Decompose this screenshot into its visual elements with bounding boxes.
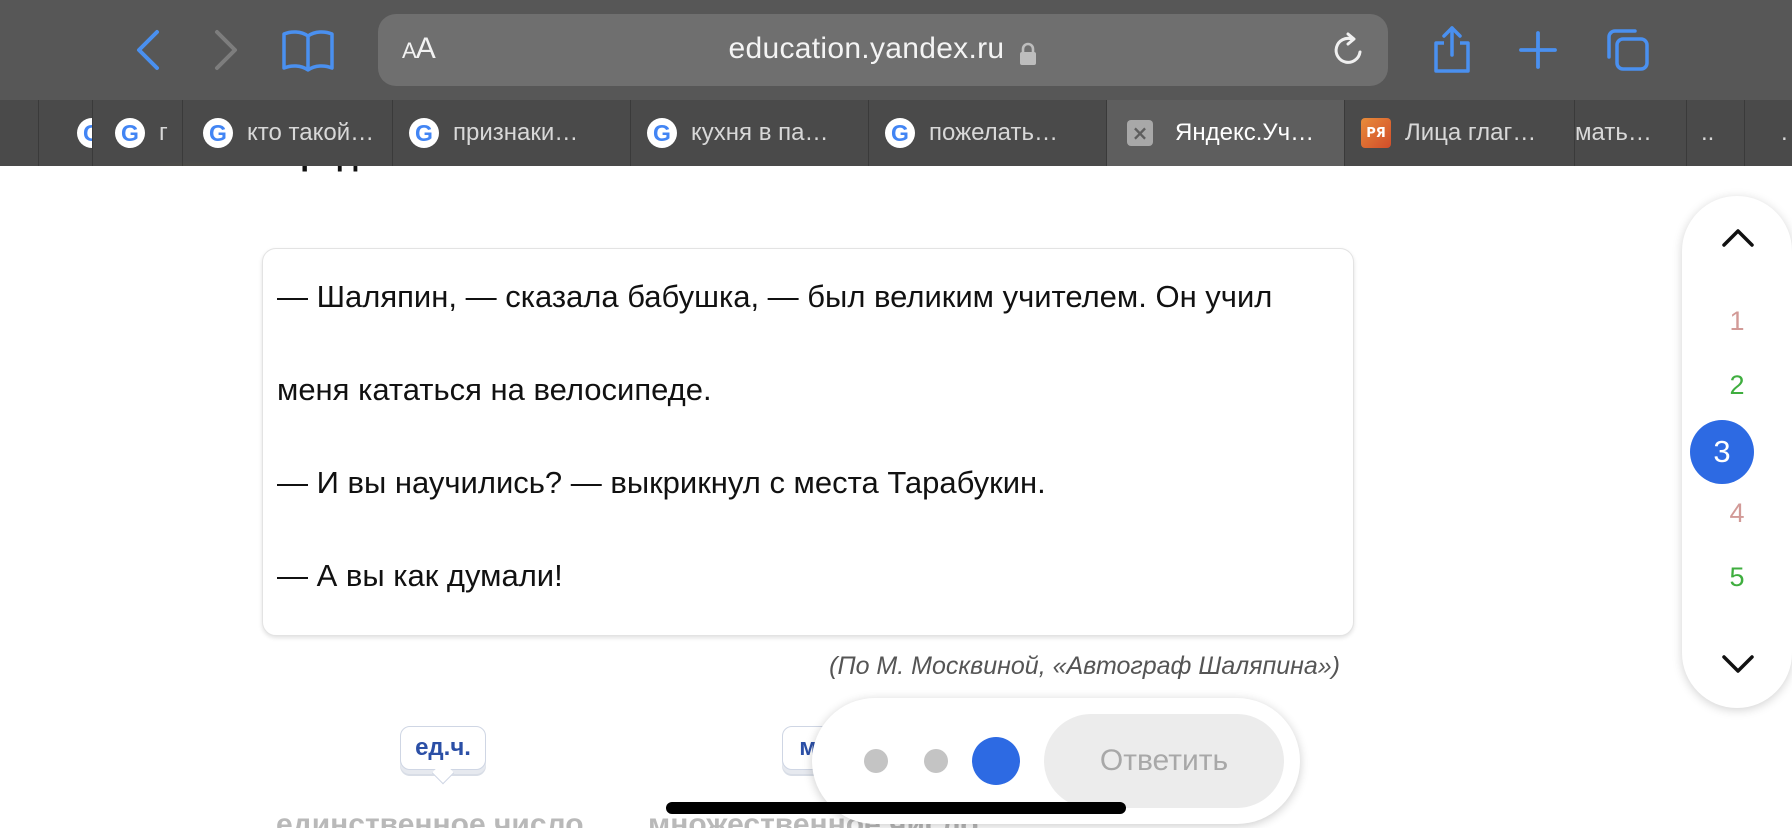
chevron-up-icon[interactable] — [1721, 226, 1755, 248]
google-icon: G — [115, 118, 145, 148]
tab-item[interactable]: G кто такой… — [182, 100, 392, 166]
new-tab-button[interactable] — [1510, 22, 1566, 78]
bookmarks-button[interactable] — [280, 22, 336, 78]
plus-icon — [1519, 31, 1557, 69]
tab-item[interactable]: G г — [92, 100, 182, 166]
tab-title: . — [1781, 119, 1788, 146]
passage-card: — Шаляпин, — сказала бабушка, — был вели… — [262, 248, 1354, 636]
share-icon — [1434, 26, 1470, 73]
chevron-right-icon — [215, 30, 237, 70]
tab-item[interactable]: РЯ Лица глаг… — [1344, 100, 1574, 166]
passage-line: — А вы как думали! — [277, 558, 563, 593]
tab-title: пожелать… — [929, 119, 1058, 146]
tab-item[interactable]: G кухня в па… — [630, 100, 868, 166]
tab-title: кухня в па… — [691, 119, 829, 146]
question-3-current[interactable]: 3 — [1690, 420, 1754, 484]
question-4[interactable]: 4 — [1682, 498, 1792, 529]
tabs-icon — [1607, 29, 1649, 71]
singular-badge[interactable]: ед.ч. — [400, 726, 486, 785]
lock-icon — [1020, 42, 1037, 65]
address-bar[interactable]: AA education.yandex.ru — [378, 14, 1388, 86]
tab-item[interactable]: .. — [1686, 100, 1744, 166]
tab-title: Яндекс.Уч… — [1175, 119, 1315, 146]
step-dot-active — [972, 737, 1020, 785]
book-open-icon — [282, 30, 334, 72]
tab-title: Лица глаг… — [1405, 119, 1537, 146]
forward-button[interactable] — [198, 22, 254, 78]
back-button[interactable] — [120, 22, 176, 78]
close-icon[interactable]: × — [1127, 120, 1153, 146]
google-icon: G — [77, 118, 92, 148]
tab-item[interactable]: G пожелать… — [868, 100, 1106, 166]
question-navigator: 1 2 3 4 5 — [1682, 196, 1792, 708]
badge-tail — [431, 761, 455, 785]
reload-icon[interactable] — [1328, 30, 1368, 70]
tab-title: г — [159, 119, 168, 146]
singular-caption: единственное число — [276, 808, 584, 828]
tab-item[interactable]: . — [1744, 100, 1792, 166]
chevron-left-icon — [137, 30, 159, 70]
answer-button[interactable]: Ответить — [1044, 714, 1284, 808]
step-dot — [924, 749, 948, 773]
tab-item[interactable]: G — [38, 100, 92, 166]
tab-title: признаки… — [453, 119, 579, 146]
tab-strip: G G г G кто такой… G признаки… G кухня в… — [0, 100, 1792, 166]
tabs-overview-button[interactable] — [1600, 22, 1656, 78]
tab-title: кто такой… — [247, 119, 375, 146]
share-button[interactable] — [1424, 22, 1480, 78]
tab-item[interactable]: G признаки… — [392, 100, 630, 166]
badge-label: ед.ч. — [415, 734, 471, 761]
tab-title: .. — [1701, 119, 1715, 146]
google-icon: G — [885, 118, 915, 148]
google-icon: G — [647, 118, 677, 148]
passage-line: — Шаляпин, — сказала бабушка, — был вели… — [277, 279, 1273, 314]
step-dot — [864, 749, 888, 773]
home-indicator[interactable] — [666, 802, 1126, 814]
passage-line: — И вы научились? — выкрикнул с места Та… — [277, 465, 1046, 500]
passage-line: меня кататься на велосипеде. — [277, 372, 712, 407]
question-2[interactable]: 2 — [1682, 370, 1792, 401]
browser-toolbar: AA education.yandex.ru — [0, 0, 1792, 100]
url-text: education.yandex.ru — [728, 32, 1005, 65]
google-icon: G — [409, 118, 439, 148]
tab-item-active[interactable]: × Яндекс.Уч… — [1106, 100, 1344, 166]
google-icon: G — [203, 118, 233, 148]
source-credit: (По М. Москвиной, «Автограф Шаляпина») — [829, 652, 1340, 680]
chevron-down-icon[interactable] — [1721, 654, 1755, 676]
tab-title: мать… — [1575, 119, 1652, 146]
question-5[interactable]: 5 — [1682, 562, 1792, 593]
tab-item[interactable]: мать… — [1574, 100, 1686, 166]
question-1[interactable]: 1 — [1682, 306, 1792, 337]
book-icon: РЯ — [1361, 118, 1391, 148]
